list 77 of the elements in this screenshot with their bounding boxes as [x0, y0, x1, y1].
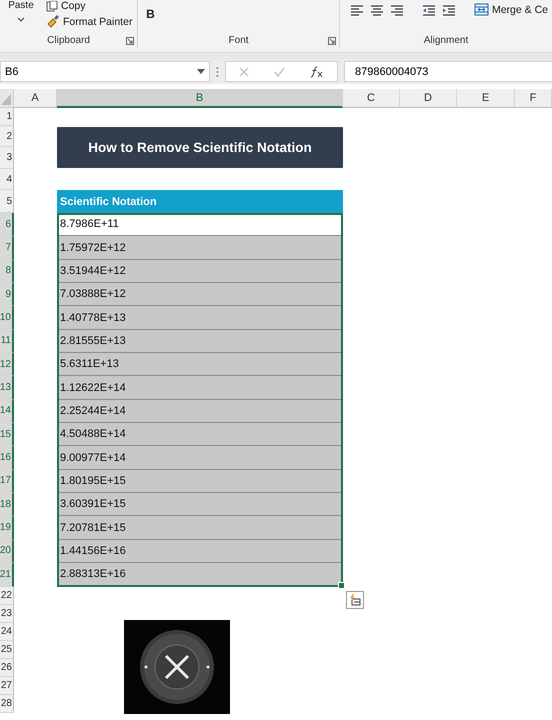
increase-indent-icon[interactable]	[442, 4, 456, 18]
row-header[interactable]: 27	[0, 676, 14, 694]
row-header[interactable]: 18	[0, 493, 14, 516]
column-header[interactable]: A	[14, 89, 57, 108]
copy-button[interactable]: Copy	[46, 0, 132, 12]
align-icon[interactable]	[370, 4, 384, 18]
format-painter-button[interactable]: Format Painter	[46, 15, 132, 28]
row-header[interactable]: 19	[0, 516, 14, 540]
table-cell[interactable]: 1.12622E+14	[57, 376, 343, 400]
row-header[interactable]: 7	[0, 236, 14, 260]
row-header[interactable]: 10	[0, 306, 14, 330]
row-header[interactable]: 22	[0, 586, 14, 604]
column-header[interactable]: F	[515, 89, 552, 108]
row-header[interactable]: 23	[0, 604, 14, 622]
dialog-launcher-icon[interactable]	[126, 37, 134, 45]
table-cell[interactable]: 2.25244E+14	[57, 400, 343, 424]
column-header[interactable]: E	[457, 89, 515, 108]
row-header[interactable]: 3	[0, 147, 14, 169]
row-header[interactable]: 25	[0, 640, 14, 658]
table-cell[interactable]: 2.81555E+13	[57, 330, 343, 354]
name-box[interactable]: B6	[0, 61, 210, 82]
grip-icon	[216, 66, 219, 78]
dialog-launcher-icon[interactable]	[328, 37, 336, 45]
paintbrush-icon	[46, 15, 60, 28]
row-header[interactable]: 12	[0, 353, 14, 376]
row-header[interactable]: 16	[0, 446, 14, 470]
quick-analysis-button[interactable]	[346, 590, 364, 608]
column-header[interactable]: B	[57, 89, 343, 108]
row-header[interactable]: 21	[0, 563, 14, 586]
table-cell[interactable]: 1.80195E+15	[57, 470, 343, 494]
insert-function-icon[interactable]	[310, 66, 324, 78]
align-icon[interactable]	[390, 4, 404, 18]
caret-icon	[17, 17, 25, 23]
table-cell[interactable]: 2.88313E+16	[57, 563, 343, 586]
align-icon[interactable]	[350, 4, 364, 18]
row-header[interactable]: 26	[0, 658, 14, 676]
row-header[interactable]: 5	[0, 190, 14, 213]
row-header[interactable]: 24	[0, 622, 14, 640]
decrease-indent-icon[interactable]	[422, 4, 436, 18]
row-header[interactable]: 17	[0, 470, 14, 494]
paste-button[interactable]: Paste	[4, 0, 38, 35]
row-header[interactable]: 15	[0, 423, 14, 446]
table-cell[interactable]: 1.75972E+12	[57, 236, 343, 260]
row-header[interactable]: 4	[0, 169, 14, 190]
table-header: Scientific Notation	[57, 190, 343, 213]
table-cell[interactable]: 1.40778E+13	[57, 306, 343, 330]
row-header[interactable]: 6	[0, 213, 14, 236]
table-cell[interactable]: 5.6311E+13	[57, 353, 343, 376]
merge-button[interactable]: Merge & Ce	[474, 3, 548, 16]
check-icon[interactable]	[274, 66, 285, 76]
group-label: Clipboard	[46, 35, 91, 48]
formula-field[interactable]: 879860004073	[344, 61, 552, 82]
row-header[interactable]: 9	[0, 283, 14, 306]
row-header[interactable]: 11	[0, 330, 14, 354]
group-label: Alignment	[422, 35, 470, 48]
quick-analysis-icon	[349, 594, 361, 606]
table-cell[interactable]: 4.50488E+14	[57, 423, 343, 446]
table-cell[interactable]: 7.20781E+15	[57, 516, 343, 540]
row-header[interactable]: 28	[0, 694, 14, 712]
row-header[interactable]: 8	[0, 260, 14, 284]
row-header[interactable]: 14	[0, 400, 14, 424]
row-header[interactable]: 13	[0, 376, 14, 400]
title-banner: How to Remove Scientific Notation	[57, 127, 343, 168]
table-cell[interactable]: 3.51944E+12	[57, 260, 343, 284]
row-header[interactable]: 20	[0, 540, 14, 564]
merge-cells-icon	[474, 3, 489, 16]
row-header[interactable]: 2	[0, 126, 14, 147]
table-cell[interactable]: 3.60391E+15	[57, 493, 343, 516]
column-header[interactable]: D	[400, 89, 457, 108]
group-label: Font	[228, 35, 250, 48]
fill-handle[interactable]	[338, 582, 345, 588]
column-header[interactable]: C	[343, 89, 400, 108]
bold-button[interactable]: B	[142, 4, 159, 24]
table-cell[interactable]: 1.44156E+16	[57, 540, 343, 564]
row-header[interactable]: 1	[0, 108, 14, 126]
table-cell[interactable]: 7.03888E+12	[57, 283, 343, 306]
table-cell[interactable]: 9.00977E+14	[57, 446, 343, 470]
